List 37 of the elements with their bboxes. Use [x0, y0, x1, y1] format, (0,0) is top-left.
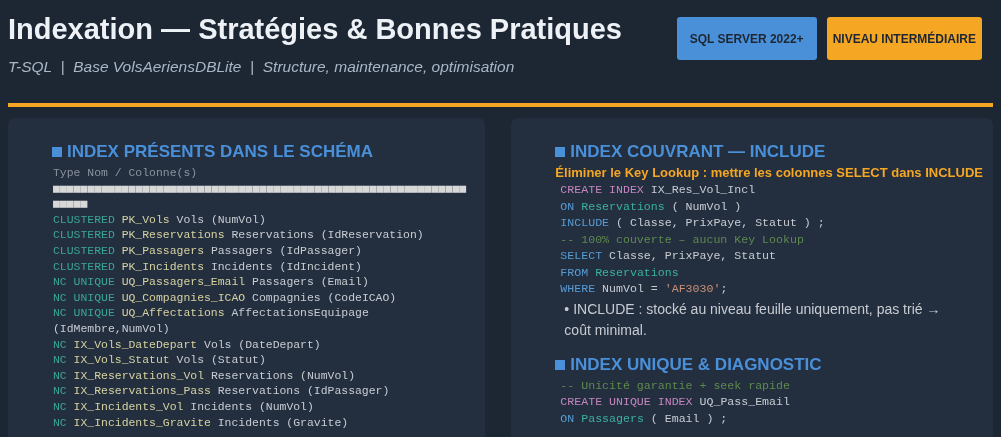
code-line: NC UNIQUE UQ_Passagers_Email Passagers (Email): [52, 274, 370, 290]
badge: SQL SERVER 2022+: [676, 17, 817, 60]
code-line: NC UNIQUE UQ_Affectations AffectationsEquipage (IdMembre,NumVol): [52, 305, 370, 337]
badge: NIVEAU INTERMÉDIAIRE: [826, 17, 982, 60]
code-line: CLUSTERED PK_Reservations Reservations (IdReservation): [52, 227, 425, 243]
column-header-text: Type Nom / Colonne(s): [52, 165, 199, 181]
page-subtitle: T-SQL | Base VolsAeriensDBLite | Structure, maintenance, optimisation: [8, 58, 516, 76]
code-line: CLUSTERED PK_Vols Vols (NumVol): [52, 211, 267, 228]
square-icon: [555, 147, 566, 157]
square-icon: [555, 359, 566, 370]
section-heading: INDEX UNIQUE & DIAGNOSTIC: [570, 354, 822, 375]
page-title: Indexation — Stratégies & Bonnes Pratiques: [8, 12, 622, 47]
section-heading: INDEX COUVRANT — INCLUDE: [570, 142, 826, 162]
separator-text: ■■■■■■■■■■■■■■■■■■■■■■■■■■■■■■■■■■■■■■■■■■■■■■■■■■■■■■■■■■■■■■■■■: [52, 180, 468, 212]
code-line: NC IX_Vols_Statut Vols (Statut): [52, 352, 267, 368]
code-line: NC IX_Incidents_Gravite Incidents (Gravite): [52, 414, 350, 431]
code-line: NC IX_Incidents_Vol Incidents (NumVol): [52, 398, 315, 415]
section-note: Éliminer le Key Lookup : mettre les colonnes SELECT dans INCLUDE: [555, 165, 983, 180]
code-line: -- Unicité garantie + seek rapide: [559, 377, 791, 394]
code-line: CLUSTERED PK_Incidents Incidents (IdIncident): [52, 258, 363, 275]
code-line: FROM Reservations: [559, 264, 680, 281]
code-line: NC IX_Vols_DateDepart Vols (DateDepart): [52, 336, 322, 353]
code-line: INCLUDE ( Classe, PrixPaye, Statut ) ;: [559, 215, 826, 231]
code-line: -- 100% couverte – aucun Key Lookup: [559, 231, 805, 248]
code-line: NC IX_Reservations_Pass Reservations (IdPassager): [52, 383, 391, 399]
section-heading: INDEX PRÉSENTS DANS LE SCHÉMA: [67, 142, 374, 162]
code-line: SELECT Classe, PrixPaye, Statut: [559, 248, 778, 264]
code-line: CLUSTERED PK_Passagers Passagers (IdPassager): [52, 242, 363, 259]
code-line: CREATE INDEX IX_Res_Vol_Incl: [559, 182, 757, 198]
bullet-text: • INCLUDE : stocké au niveau feuille uniquement, pas trié → coût minimal.: [563, 299, 942, 340]
code-line: CREATE UNIQUE INDEX UQ_Pass_Email: [559, 394, 791, 410]
square-icon: [52, 147, 62, 157]
code-line: WHERE NumVol = 'AF3030';: [559, 281, 729, 297]
code-line: NC IX_Reservations_Vol Reservations (NumVol): [52, 367, 356, 384]
code-line: ON Passagers ( Email ) ;: [559, 410, 729, 427]
code-line: ON Reservations ( NumVol ): [559, 198, 743, 215]
code-line: NC UNIQUE UQ_Compagnies_ICAO Compagnies (CodeICAO): [52, 289, 398, 306]
